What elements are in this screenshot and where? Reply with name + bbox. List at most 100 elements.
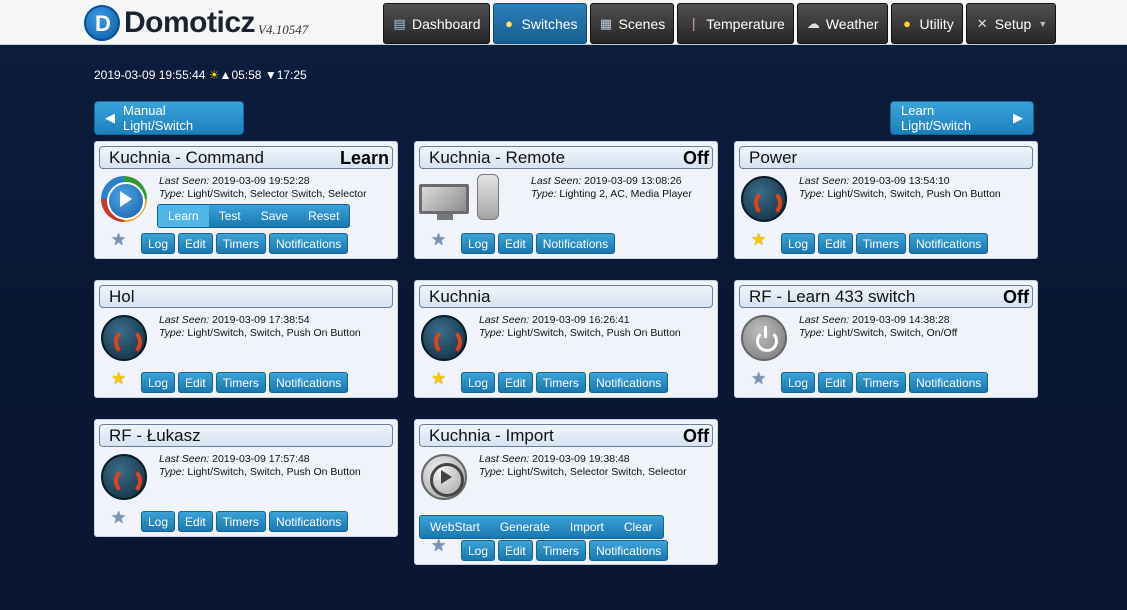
device-icon[interactable] [101, 315, 147, 361]
device-status: Off [683, 426, 709, 446]
selector-test[interactable]: Test [209, 205, 251, 227]
edit-button[interactable]: Edit [498, 372, 533, 393]
timers-button[interactable]: Timers [215, 233, 266, 254]
type-label: Type: [799, 327, 825, 339]
domoticz-logo-icon [84, 5, 120, 41]
logo[interactable]: Domoticz V4.10547 [84, 4, 308, 42]
nav-weather[interactable]: ☁ Weather [796, 3, 888, 44]
device-actions: Log Edit Timers Notifications [781, 372, 989, 393]
last-seen-label: Last Seen: [799, 175, 850, 187]
selector-reset[interactable]: Reset [298, 205, 349, 227]
favorite-star-icon[interactable]: ★ [751, 230, 766, 250]
lightbulb-icon: ● [505, 16, 513, 31]
favorite-star-icon[interactable]: ★ [111, 369, 126, 389]
timers-button[interactable]: Timers [215, 372, 266, 393]
favorite-star-icon[interactable]: ★ [111, 230, 126, 250]
notifications-button[interactable]: Notifications [908, 372, 989, 393]
edit-button[interactable]: Edit [498, 233, 533, 254]
log-button[interactable]: Log [141, 372, 176, 393]
tv-stand [437, 214, 453, 220]
selector-play-icon [101, 176, 147, 222]
last-seen-value: 2019-03-09 14:38:28 [852, 314, 950, 326]
log-button[interactable]: Log [461, 372, 496, 393]
type-value: Light/Switch, Switch, Push On Button [187, 466, 361, 478]
notifications-button[interactable]: Notifications [268, 511, 349, 532]
device-actions: Log Edit Timers Notifications [461, 372, 669, 393]
type-label: Type: [159, 327, 185, 339]
log-button[interactable]: Log [781, 233, 816, 254]
device-icon[interactable] [741, 176, 787, 222]
notifications-button[interactable]: Notifications [908, 233, 989, 254]
device-title: Hol [99, 285, 393, 308]
device-icon[interactable] [741, 315, 787, 361]
notifications-button[interactable]: Notifications [535, 233, 616, 254]
log-button[interactable]: Log [141, 233, 176, 254]
favorite-star-icon[interactable]: ★ [431, 369, 446, 389]
nav-utility[interactable]: ● Utility [890, 3, 963, 44]
log-button[interactable]: Log [461, 233, 496, 254]
selector-webstart[interactable]: WebStart [420, 516, 490, 538]
type-value: Light/Switch, Switch, Push On Button [507, 327, 681, 339]
nav-dashboard[interactable]: ▤ Dashboard [383, 3, 490, 44]
device-icon[interactable] [101, 176, 147, 222]
timers-button[interactable]: Timers [855, 372, 906, 393]
notifications-button[interactable]: Notifications [588, 540, 669, 561]
edit-button[interactable]: Edit [178, 233, 213, 254]
last-seen-label: Last Seen: [531, 175, 582, 187]
favorite-star-icon[interactable]: ★ [111, 508, 126, 528]
timers-button[interactable]: Timers [215, 511, 266, 532]
selector-import[interactable]: Import [560, 516, 614, 538]
edit-button[interactable]: Edit [818, 233, 853, 254]
log-button[interactable]: Log [461, 540, 496, 561]
selector-clear[interactable]: Clear [614, 516, 663, 538]
device-icon[interactable] [101, 454, 147, 500]
log-button[interactable]: Log [141, 511, 176, 532]
device-actions: Log Edit Timers Notifications [461, 540, 669, 561]
log-button[interactable]: Log [781, 372, 816, 393]
nav-switches[interactable]: ● Switches [492, 3, 587, 44]
edit-button[interactable]: Edit [178, 511, 213, 532]
device-card: Kuchnia - Remote Off Last Seen: 2019-03-… [414, 141, 718, 259]
timers-button[interactable]: Timers [855, 233, 906, 254]
device-icon[interactable] [421, 454, 467, 500]
device-name: RF - Learn 433 switch [749, 287, 916, 306]
push-button-icon [421, 315, 467, 361]
edit-button[interactable]: Edit [178, 372, 213, 393]
device-icon[interactable] [421, 315, 467, 361]
selector-generate[interactable]: Generate [490, 516, 560, 538]
learn-light-switch-button[interactable]: Learn Light/Switch ▶ [890, 101, 1034, 135]
selector-save[interactable]: Save [251, 205, 298, 227]
nav-temperature[interactable]: ❘ Temperature [677, 3, 794, 44]
nav-scenes[interactable]: ▦ Scenes [589, 3, 675, 44]
push-button-icon [101, 454, 147, 500]
device-info: Last Seen: 2019-03-09 19:38:48 Type: Lig… [479, 453, 687, 479]
last-seen-label: Last Seen: [479, 314, 530, 326]
device-title: Power [739, 146, 1033, 169]
device-actions: Log Edit Notifications [461, 233, 616, 254]
timers-button[interactable]: Timers [535, 372, 586, 393]
logo-text: Domoticz [124, 6, 256, 39]
selector-buttons: WebStart Generate Import Clear [419, 515, 664, 539]
last-seen-label: Last Seen: [159, 453, 210, 465]
nav-setup[interactable]: ✕ Setup ▼ [965, 3, 1057, 44]
favorite-star-icon[interactable]: ★ [431, 536, 446, 556]
notifications-button[interactable]: Notifications [268, 233, 349, 254]
power-icon [741, 315, 787, 361]
type-label: Type: [479, 327, 505, 339]
main-nav: ▤ Dashboard ● Switches ▦ Scenes ❘ Temper… [383, 3, 1057, 44]
edit-button[interactable]: Edit [818, 372, 853, 393]
device-info: Last Seen: 2019-03-09 17:38:54 Type: Lig… [159, 314, 361, 340]
type-label: Type: [159, 466, 185, 478]
manual-light-switch-button[interactable]: ◀ Manual Light/Switch [94, 101, 244, 135]
favorite-star-icon[interactable]: ★ [431, 230, 446, 250]
device-card: Kuchnia - Import Off Last Seen: 2019-03-… [414, 419, 718, 565]
notifications-button[interactable]: Notifications [268, 372, 349, 393]
notifications-button[interactable]: Notifications [588, 372, 669, 393]
current-datetime: 2019-03-09 19:55:44 [94, 68, 206, 82]
device-name: Kuchnia [429, 287, 491, 306]
favorite-star-icon[interactable]: ★ [751, 369, 766, 389]
timers-button[interactable]: Timers [535, 540, 586, 561]
media-player-icon[interactable] [419, 174, 517, 222]
selector-learn[interactable]: Learn [158, 205, 209, 227]
edit-button[interactable]: Edit [498, 540, 533, 561]
